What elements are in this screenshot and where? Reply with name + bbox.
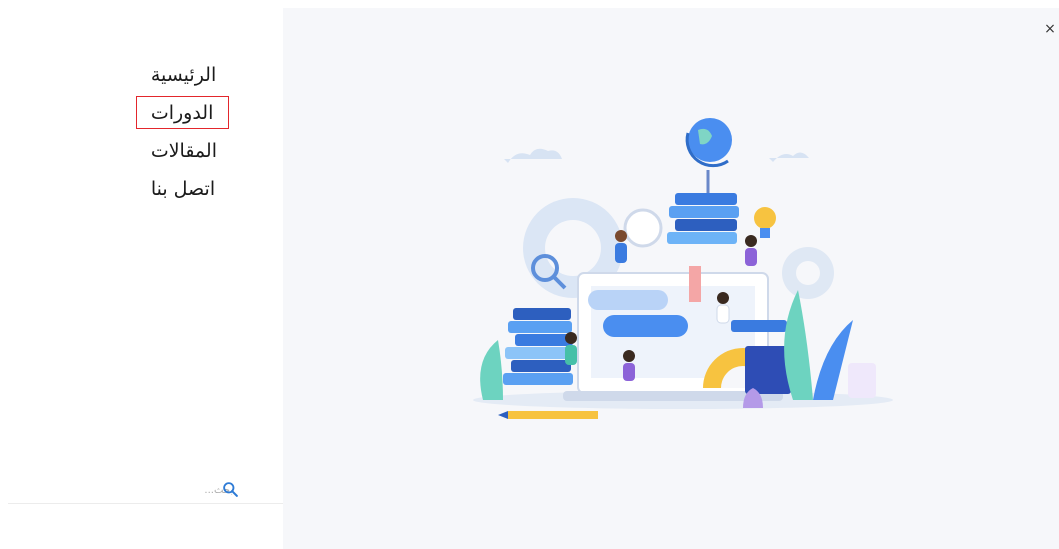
content-panel: ×: [283, 8, 1059, 549]
search-icon[interactable]: [222, 481, 239, 498]
nav-item-label: اتصل بنا: [150, 178, 216, 200]
active-highlight-box: [135, 96, 230, 129]
nav-item-label: الرئيسية: [150, 64, 217, 86]
nav-item-label: المقالات: [150, 140, 217, 162]
education-illustration: [473, 118, 893, 419]
nav-item-articles[interactable]: المقالات: [151, 132, 217, 170]
nav-item-courses[interactable]: الدورات: [135, 94, 230, 132]
nav-item-home[interactable]: الرئيسية: [151, 56, 216, 94]
nav-item-contact[interactable]: اتصل بنا: [151, 170, 215, 208]
sidebar: الرئيسية الدورات المقالات اتصل بنا: [0, 0, 283, 549]
search-input[interactable]: [81, 479, 235, 501]
main-nav: الرئيسية الدورات المقالات اتصل بنا: [135, 56, 230, 208]
search-bar: [8, 475, 283, 504]
close-button[interactable]: ×: [1043, 22, 1057, 36]
